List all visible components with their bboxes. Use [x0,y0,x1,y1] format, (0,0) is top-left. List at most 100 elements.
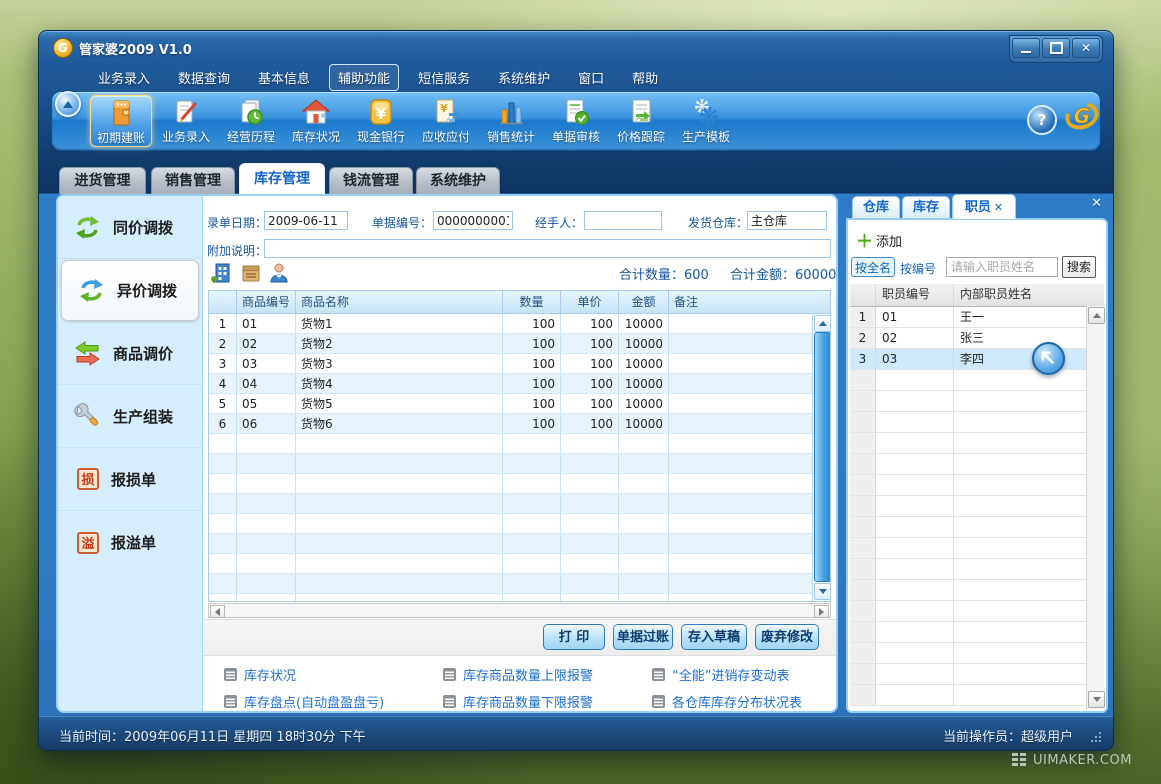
menu-item-help[interactable]: 帮助 [623,64,667,91]
staff-shortcut-icon[interactable] [268,262,290,284]
table-row-empty[interactable] [209,554,830,574]
date-input[interactable] [264,211,348,230]
tab-cashflow-management[interactable]: 钱流管理 [329,167,413,194]
staff-row[interactable]: 202张三 [850,328,1104,349]
resize-grip[interactable] [1089,730,1101,742]
table-row-empty[interactable] [209,514,830,534]
table-row[interactable]: 101货物110010010000 [209,314,830,334]
toolbar-button-cash-bank[interactable]: ¥ 现金银行 [350,95,412,147]
discard-changes-button[interactable]: 废弃修改 [755,624,819,650]
warehouse-input[interactable] [747,211,827,230]
table-row[interactable]: 505货物510010010000 [209,394,830,414]
staff-row-empty[interactable] [850,538,1104,559]
staff-row-empty[interactable] [850,643,1104,664]
print-button[interactable]: 打 印 [543,624,605,650]
staff-row-empty[interactable] [850,475,1104,496]
panel-tab-staff[interactable]: 职员✕ [952,194,1016,219]
table-row[interactable]: 404货物410010010000 [209,374,830,394]
table-row-empty[interactable] [209,454,830,474]
staff-row-empty[interactable] [850,622,1104,643]
table-row-empty[interactable] [209,434,830,454]
toolbar-button-production-template[interactable]: 生产模板 [675,95,737,147]
scroll-down-icon[interactable] [1088,691,1105,708]
table-row[interactable]: 202货物210010010000 [209,334,830,354]
collapse-toolbar-button[interactable] [55,91,81,117]
sidebar-item-same-price-transfer[interactable]: 同价调拨 [58,196,202,259]
toolbar-button-receivable-payable[interactable]: ¥ 应收应付 [415,95,477,147]
staff-row-empty[interactable] [850,580,1104,601]
post-voucher-button[interactable]: 单据过账 [613,624,673,650]
toolbar-button-business-entry[interactable]: 业务录入 [155,95,217,147]
sidebar-item-goods-reprice[interactable]: 商品调价 [58,322,202,385]
staff-row-empty[interactable] [850,685,1104,706]
tab-close-icon[interactable]: ✕ [994,201,1003,214]
link-stock-status[interactable]: 库存状况 [223,665,296,684]
toolbar-button-sales-stats[interactable]: 销售统计 [480,95,542,147]
items-table-vertical-scrollbar[interactable] [812,314,830,601]
note-input[interactable] [264,239,831,258]
save-draft-button[interactable]: 存入草稿 [681,624,747,650]
help-icon[interactable]: ? [1027,105,1057,135]
tab-sales-management[interactable]: 销售管理 [151,167,235,194]
scroll-up-icon[interactable] [814,315,831,332]
toolbar-button-initial-setup[interactable]: 初期建账 [90,95,152,147]
staff-row-empty[interactable] [850,664,1104,685]
toolbar-button-voucher-audit[interactable]: 单据审核 [545,95,607,147]
menu-item-business-entry[interactable]: 业务录入 [89,64,159,91]
staff-row[interactable]: 101王一 [850,307,1104,328]
menu-item-system-maintenance[interactable]: 系统维护 [489,64,559,91]
menu-item-auxiliary-functions[interactable]: 辅助功能 [329,64,399,91]
link-warehouse-distribution[interactable]: 各仓库库存分布状况表 [651,692,802,711]
table-row-empty[interactable] [209,574,830,594]
minimize-button[interactable] [1012,38,1040,58]
staff-row-empty[interactable] [850,370,1104,391]
sidebar-item-diff-price-transfer[interactable]: 异价调拨 [61,260,199,321]
search-button[interactable]: 搜索 [1062,256,1096,278]
scroll-left-icon[interactable] [210,605,225,618]
voucher-number-input[interactable] [433,211,513,230]
warehouse-shortcut-icon[interactable] [210,262,232,284]
staff-row-empty[interactable] [850,412,1104,433]
table-row[interactable]: 606货物610010010000 [209,414,830,434]
panel-close-icon[interactable]: ✕ [1091,196,1102,211]
menu-item-sms-service[interactable]: 短信服务 [409,64,479,91]
table-row-empty[interactable] [209,474,830,494]
tab-purchase-management[interactable]: 进货管理 [59,167,146,194]
panel-tab-stock[interactable]: 库存 [902,196,950,219]
table-row-empty[interactable] [209,534,830,554]
link-stock-check[interactable]: 库存盘点(自动盘盈盘亏) [223,692,384,711]
link-stock-upper-limit-alarm[interactable]: 库存商品数量上限报警 [442,665,593,684]
toolbar-button-price-tracking[interactable]: 价格跟踪 [610,95,672,147]
menu-item-window[interactable]: 窗口 [569,64,613,91]
toolbar-button-operation-history[interactable]: 经营历程 [220,95,282,147]
link-almighty-flow-report[interactable]: “全能”进销存变动表 [651,665,789,684]
scroll-up-icon[interactable] [1088,307,1105,324]
table-row-empty[interactable] [209,494,830,514]
staff-row-empty[interactable] [850,496,1104,517]
toolbar-button-stock-status[interactable]: 库存状况 [285,95,347,147]
staff-row-empty[interactable] [850,454,1104,475]
staff-table-scrollbar[interactable] [1086,306,1104,709]
staff-search-input[interactable] [946,257,1058,277]
staff-row-selected[interactable]: 303李四 [850,349,1104,370]
handler-input[interactable] [584,211,662,230]
table-row[interactable]: 303货物310010010000 [209,354,830,374]
tab-inventory-management[interactable]: 库存管理 [239,163,325,194]
table-row-empty[interactable] [209,594,830,602]
close-button[interactable]: ✕ [1072,38,1100,58]
add-staff-button[interactable]: 添加 [876,231,902,250]
scroll-down-icon[interactable] [814,583,831,600]
sidebar-item-loss-report[interactable]: 损 报损单 [58,448,202,511]
sidebar-item-overflow-report[interactable]: 溢 报溢单 [58,511,202,574]
tab-system-maintenance[interactable]: 系统维护 [416,167,500,194]
goods-shortcut-icon[interactable] [240,262,262,284]
sidebar-item-production-assembly[interactable]: 生产组装 [58,385,202,448]
scrollbar-thumb[interactable] [814,332,831,582]
staff-row-empty[interactable] [850,559,1104,580]
staff-row-empty[interactable] [850,433,1104,454]
staff-row-empty[interactable] [850,391,1104,412]
items-table-horizontal-scrollbar[interactable] [208,603,831,618]
filter-by-fullname-button[interactable]: 按全名 [851,257,895,277]
menu-item-basic-info[interactable]: 基本信息 [249,64,319,91]
scroll-right-icon[interactable] [814,605,829,618]
